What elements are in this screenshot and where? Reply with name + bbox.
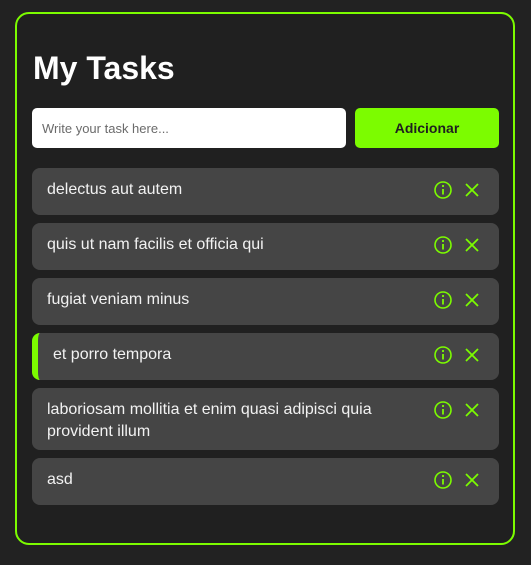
page-title: My Tasks <box>33 50 175 86</box>
info-icon[interactable] <box>432 234 454 256</box>
close-icon[interactable] <box>461 469 483 491</box>
close-icon[interactable] <box>461 234 483 256</box>
task-item: delectus aut autem <box>32 168 499 215</box>
task-item: quis ut nam facilis et officia qui <box>32 223 499 270</box>
task-text: quis ut nam facilis et officia qui <box>47 236 264 253</box>
task-item-selected: et porro tempora <box>32 333 499 380</box>
task-text: delectus aut autem <box>47 181 183 198</box>
close-icon[interactable] <box>461 179 483 201</box>
task-item: laboriosam mollitia et enim quasi adipis… <box>32 388 499 450</box>
task-input[interactable] <box>32 108 346 148</box>
task-text: laboriosam mollitia et enim quasi adipis… <box>47 401 372 440</box>
info-icon[interactable] <box>432 399 454 421</box>
task-text: et porro tempora <box>53 346 172 363</box>
close-icon[interactable] <box>461 399 483 421</box>
info-icon[interactable] <box>432 289 454 311</box>
close-icon[interactable] <box>461 289 483 311</box>
info-icon[interactable] <box>432 344 454 366</box>
tasks-panel: My Tasks Adicionar delectus aut autem qu… <box>15 12 515 545</box>
info-icon[interactable] <box>432 469 454 491</box>
task-item: fugiat veniam minus <box>32 278 499 325</box>
info-icon[interactable] <box>432 179 454 201</box>
add-task-button[interactable]: Adicionar <box>355 108 499 148</box>
task-text: asd <box>47 471 73 488</box>
close-icon[interactable] <box>461 344 483 366</box>
task-item: asd <box>32 458 499 505</box>
task-text: fugiat veniam minus <box>47 291 190 308</box>
